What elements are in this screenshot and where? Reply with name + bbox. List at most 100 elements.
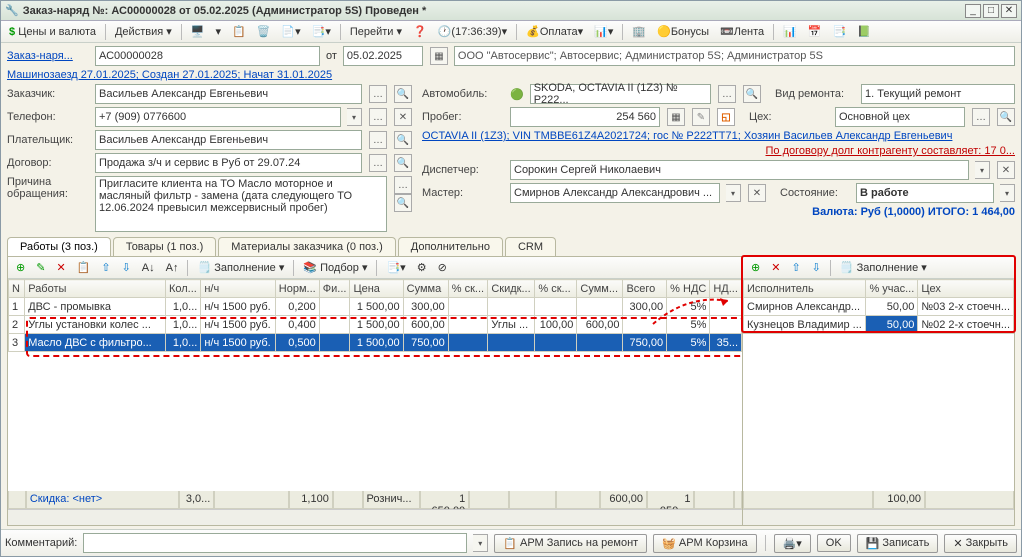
save-button[interactable]: 💾Записать — [857, 534, 939, 553]
go-dropdown[interactable]: Перейти ▾ — [346, 23, 406, 40]
shop-search[interactable]: 🔍 — [997, 108, 1015, 126]
table-row[interactable]: 2Углы установки колес ...1,0...н/ч 1500 … — [9, 316, 742, 334]
shop-input[interactable]: Основной цех — [835, 107, 965, 127]
works-col[interactable]: Фи... — [319, 280, 350, 298]
tab-works[interactable]: Работы (3 поз.) — [7, 237, 111, 256]
mileage-calc[interactable]: ▦ — [667, 108, 685, 126]
maximize-button[interactable]: □ — [983, 4, 999, 18]
date-input[interactable]: 05.02.2025 — [343, 46, 423, 66]
mileage-warn[interactable]: ◱ — [717, 108, 735, 126]
works-ext2-button[interactable]: ⚙ — [413, 259, 431, 276]
car-search[interactable]: 🔍 — [743, 85, 761, 103]
phone-lookup[interactable]: … — [369, 108, 387, 126]
customer-input[interactable]: Васильев Александр Евгеньевич — [95, 84, 362, 104]
works-col[interactable]: Сумма — [403, 280, 448, 298]
master-input[interactable]: Смирнов Александр Александрович ... — [510, 183, 720, 203]
exec-down-button[interactable]: ⇩ — [808, 259, 825, 276]
works-down-button[interactable]: ⇩ — [118, 259, 135, 276]
tb-icon-5[interactable]: 📄▾ — [277, 23, 304, 40]
exec-add-button[interactable]: ⊕ — [747, 259, 764, 276]
table-row[interactable]: Кузнецов Владимир ...50,00№02 2-х стоечн… — [744, 316, 1014, 334]
tb-icon-4[interactable]: 🗑️ — [253, 23, 275, 40]
bonus-button[interactable]: 🟡Бонусы — [653, 23, 713, 40]
works-grid[interactable]: NРаботыКол...н/чНорм...Фи...ЦенаСумма% с… — [8, 279, 742, 491]
exec-grid[interactable]: Исполнитель% учас...Цех Смирнов Александ… — [743, 279, 1014, 491]
tb-icon-3[interactable]: 📋 — [228, 23, 250, 40]
comment-dd[interactable]: ▾ — [473, 534, 488, 552]
h-scrollbar[interactable] — [8, 509, 742, 525]
tb-icon-7[interactable]: 📊▾ — [590, 23, 617, 40]
state-input[interactable]: В работе — [856, 183, 994, 203]
tb-help-icon[interactable]: ❓ — [409, 23, 431, 40]
works-col[interactable]: Норм... — [275, 280, 319, 298]
debt-link[interactable]: По договору долг контрагенту составляет:… — [766, 145, 1015, 157]
close-button[interactable]: ✕ — [1001, 4, 1017, 18]
works-col[interactable]: N — [9, 280, 25, 298]
works-col[interactable]: % ск... — [448, 280, 488, 298]
tab-crm[interactable]: CRM — [505, 237, 556, 256]
tab-materials[interactable]: Материалы заказчика (0 поз.) — [218, 237, 396, 256]
reason-lookup[interactable]: … — [394, 176, 412, 194]
mileage-input[interactable]: 254 560 — [510, 107, 660, 127]
exec-scrollbar[interactable] — [743, 509, 1014, 525]
dispatcher-input[interactable]: Сорокин Сергей Николаевич — [510, 160, 969, 180]
works-col[interactable]: Скидк... — [488, 280, 535, 298]
car-lookup[interactable]: … — [718, 85, 736, 103]
comment-input[interactable] — [83, 533, 467, 553]
reason-input[interactable]: Пригласите клиента на ТО Масло моторное … — [95, 176, 387, 232]
tb-time[interactable]: 🕐(17:36:39)▾ — [434, 23, 511, 40]
tb-icon-1[interactable]: 🖥️ — [187, 23, 209, 40]
tb-icon-10[interactable]: 📅 — [804, 23, 826, 40]
tb-icon-11[interactable]: 📑 — [829, 23, 851, 40]
contract-input[interactable]: Продажа з/ч и сервис в Руб от 29.07.24 — [95, 153, 362, 173]
works-col[interactable]: % НДС — [667, 280, 710, 298]
works-col[interactable]: Всего — [623, 280, 667, 298]
top-events-link[interactable]: Машинозаезд 27.01.2025; Создан 27.01.202… — [7, 69, 332, 81]
works-col[interactable]: Цена — [350, 280, 403, 298]
customer-lookup-button[interactable]: … — [369, 85, 387, 103]
payer-input[interactable]: Васильев Александр Евгеньевич — [95, 130, 362, 150]
exec-fill-button[interactable]: 🗒️ Заполнение ▾ — [836, 259, 931, 276]
tb-icon-9[interactable]: 📊 — [779, 23, 801, 40]
ok-button[interactable]: OK — [817, 534, 851, 552]
payer-search[interactable]: 🔍 — [394, 131, 412, 149]
exec-col[interactable]: Цех — [918, 280, 1014, 298]
exec-col[interactable]: Исполнитель — [744, 280, 866, 298]
works-edit-button[interactable]: ✎ — [32, 259, 49, 276]
order-no-input[interactable]: АС00000028 — [95, 46, 320, 66]
dispatcher-clear[interactable]: ✕ — [997, 161, 1015, 179]
works-col[interactable]: Кол... — [165, 280, 200, 298]
customer-search-button[interactable]: 🔍 — [394, 85, 412, 103]
tab-goods[interactable]: Товары (1 поз.) — [113, 237, 216, 256]
contract-lookup[interactable]: … — [369, 154, 387, 172]
master-clear[interactable]: ✕ — [748, 184, 766, 202]
arm-record-button[interactable]: 📋АРМ Запись на ремонт — [494, 534, 647, 553]
tape-button[interactable]: 📼Лента — [716, 23, 768, 40]
actions-dropdown[interactable]: Действия ▾ — [111, 23, 176, 40]
table-row[interactable]: 1ДВС - промывка1,0...н/ч 1500 руб.0,2001… — [9, 298, 742, 316]
table-row[interactable]: 3Масло ДВС с фильтро...1,0...н/ч 1500 ру… — [9, 334, 742, 352]
phone-dropdown[interactable]: ▾ — [347, 108, 362, 126]
repair-input[interactable]: 1. Текущий ремонт — [861, 84, 1015, 104]
mileage-wand[interactable]: ✎ — [692, 108, 710, 126]
works-copy-button[interactable]: 📋 — [73, 259, 95, 276]
tab-extra[interactable]: Дополнительно — [398, 237, 503, 256]
works-pick-button[interactable]: 📚 Подбор ▾ — [299, 259, 371, 276]
exec-col[interactable]: % учас... — [866, 280, 918, 298]
minimize-button[interactable]: _ — [965, 4, 981, 18]
tb-icon-2[interactable]: ▾ — [211, 23, 225, 40]
works-col[interactable]: НД... — [710, 280, 742, 298]
phone-clear[interactable]: ✕ — [394, 108, 412, 126]
works-up-button[interactable]: ⇧ — [97, 259, 114, 276]
works-ext1-button[interactable]: 📑▾ — [382, 259, 409, 276]
exec-del-button[interactable]: ✕ — [767, 259, 784, 276]
master-dd[interactable]: ▾ — [726, 184, 741, 202]
date-picker-button[interactable]: ▦ — [430, 47, 448, 65]
works-col[interactable]: Сумм... — [577, 280, 623, 298]
tb-icon-8[interactable]: 🏢 — [628, 23, 650, 40]
car-input[interactable]: SKODA, OCTAVIA II (1Z3) № Р222... — [530, 84, 711, 104]
arm-basket-button[interactable]: 🧺АРМ Корзина — [653, 534, 756, 553]
reason-search[interactable]: 🔍 — [394, 194, 412, 212]
exec-up-button[interactable]: ⇧ — [787, 259, 804, 276]
phone-input[interactable]: +7 (909) 0776600 — [95, 107, 341, 127]
